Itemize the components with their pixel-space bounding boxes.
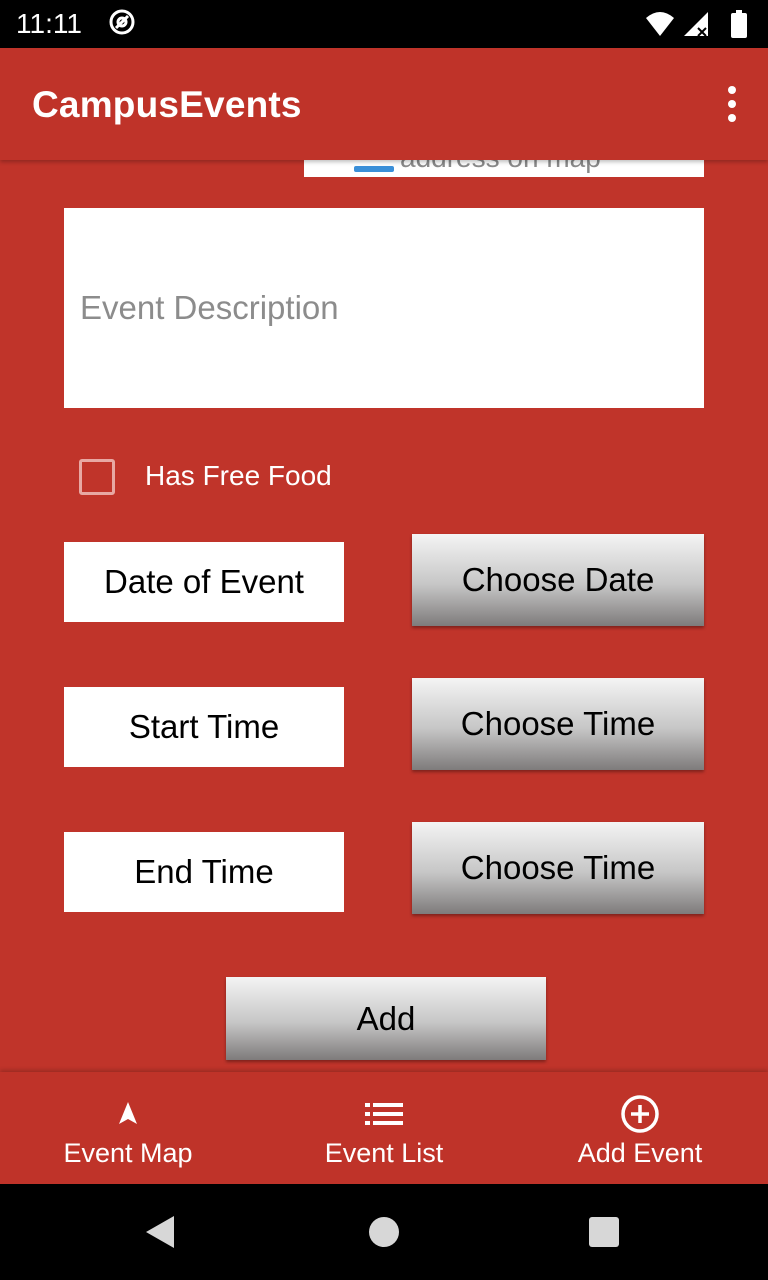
app-bar: CampusEvents — [0, 48, 768, 160]
home-icon[interactable] — [368, 1216, 400, 1248]
signal-icon — [684, 12, 708, 37]
date-of-event-label: Date of Event — [64, 542, 344, 622]
back-icon[interactable] — [142, 1214, 178, 1250]
map-pin-icon — [354, 166, 394, 172]
overflow-menu-icon[interactable] — [726, 86, 738, 126]
navigation-arrow-icon — [119, 1102, 137, 1124]
nav-event-map[interactable]: Event Map — [0, 1072, 256, 1184]
app-title: CampusEvents — [32, 84, 302, 125]
choose-date-button[interactable]: Choose Date — [412, 534, 704, 626]
nav-add-event[interactable]: Add Event — [512, 1072, 768, 1184]
nav-event-list[interactable]: Event List — [256, 1072, 512, 1184]
choose-end-time-button[interactable]: Choose Time — [412, 822, 704, 914]
list-icon — [365, 1103, 403, 1125]
nav-event-map-label: Event Map — [63, 1138, 193, 1168]
bottom-navigation: Event Map Event List Add Event — [0, 1072, 768, 1184]
nav-event-list-label: Event List — [324, 1138, 444, 1168]
choose-start-time-button[interactable]: Choose Time — [412, 678, 704, 770]
status-icons — [644, 10, 754, 38]
status-bar: 11:11 — [0, 0, 768, 48]
add-button[interactable]: Add — [226, 977, 546, 1060]
start-time-label: Start Time — [64, 687, 344, 767]
nav-add-event-label: Add Event — [577, 1138, 703, 1168]
event-description-input[interactable] — [64, 208, 704, 408]
free-food-checkbox[interactable] — [79, 459, 115, 495]
battery-icon — [731, 10, 747, 38]
at-sign-icon — [109, 9, 135, 35]
wifi-icon — [646, 12, 674, 36]
end-time-label: End Time — [64, 832, 344, 912]
system-navigation-bar — [0, 1184, 768, 1280]
recents-icon[interactable] — [589, 1217, 619, 1247]
add-circle-icon — [621, 1095, 659, 1133]
free-food-label[interactable]: Has Free Food — [145, 460, 332, 492]
status-time: 11:11 — [16, 8, 82, 39]
